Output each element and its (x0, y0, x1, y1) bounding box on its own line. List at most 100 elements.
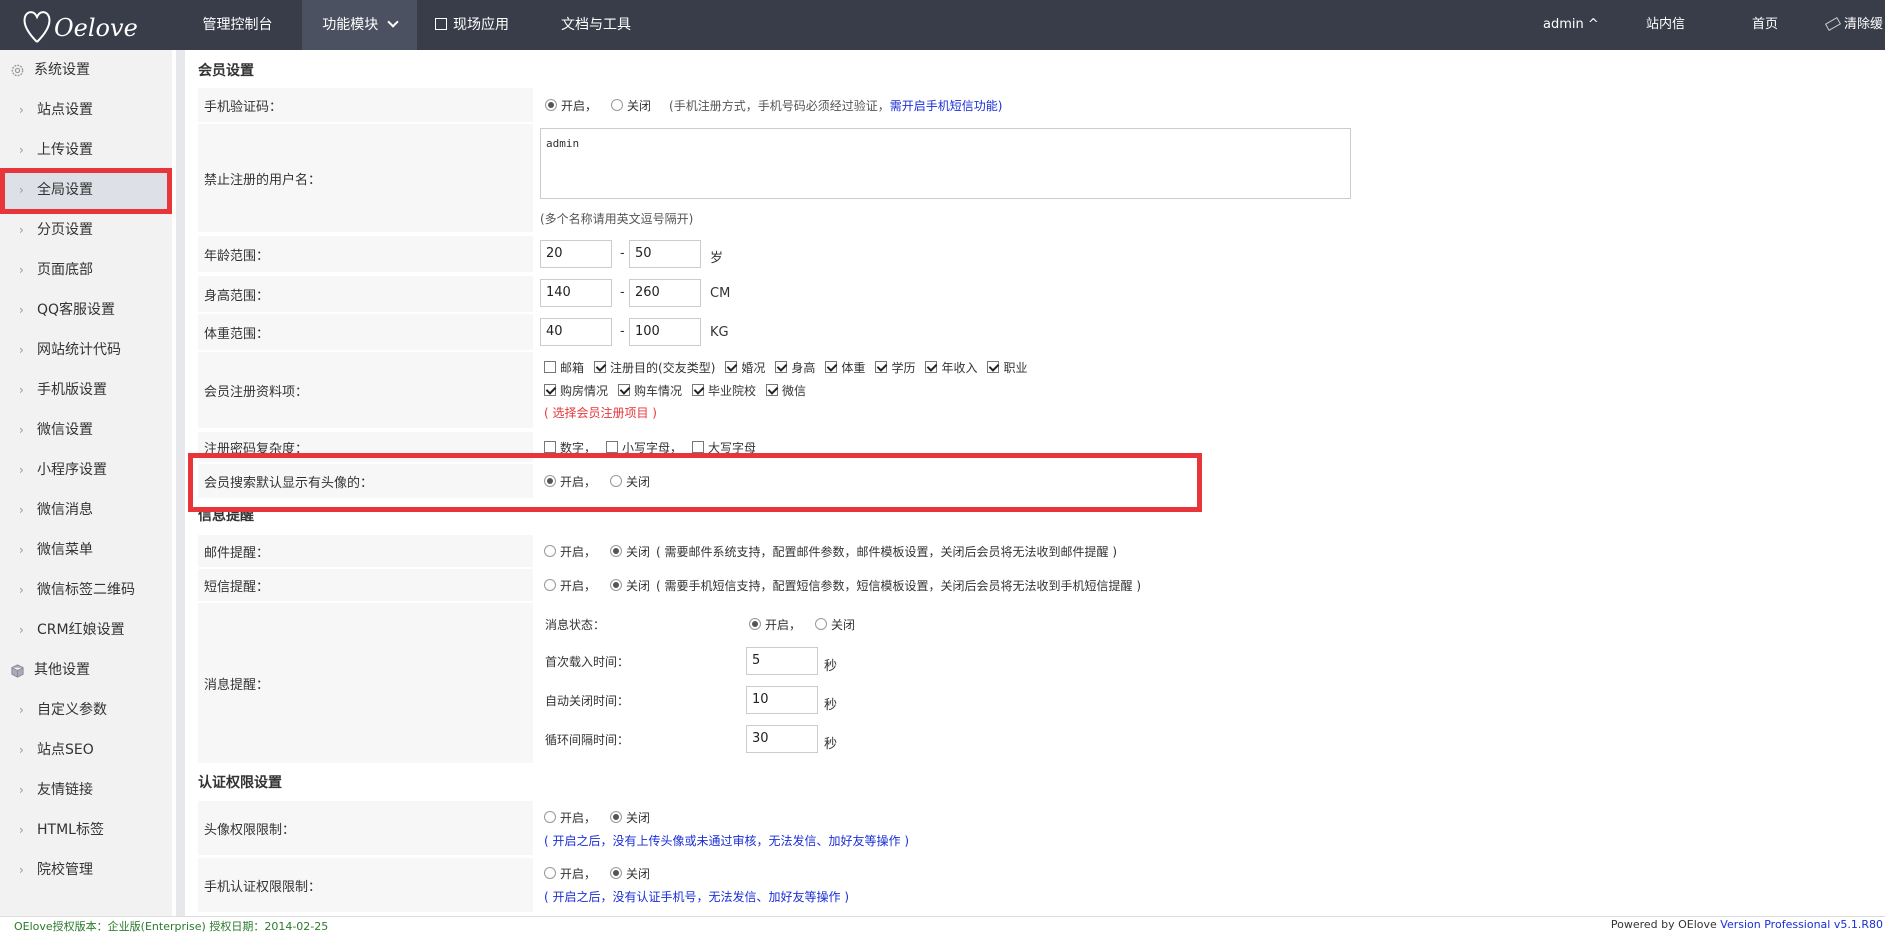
checkbox-option[interactable]: 年收入 (925, 359, 977, 376)
auto-close-input[interactable]: 10 (746, 686, 818, 714)
checkbox[interactable] (725, 361, 738, 373)
radio-button[interactable] (545, 99, 557, 111)
checkbox[interactable] (766, 384, 779, 396)
radio-option-on[interactable]: 开启， (544, 865, 596, 882)
radio-button[interactable] (610, 579, 623, 591)
sidebar-item[interactable]: › 页面底部 (0, 250, 172, 290)
sidebar-item[interactable]: › 微信消息 (0, 490, 172, 530)
checkbox[interactable] (825, 361, 838, 373)
checkbox-option[interactable]: 购车情况 (618, 382, 682, 399)
radio-button[interactable] (611, 99, 624, 111)
radio-option-off[interactable]: 关闭 (610, 577, 650, 594)
radio-button[interactable] (544, 545, 556, 557)
checkbox-option[interactable]: 婚况 (725, 359, 765, 376)
radio-option-off[interactable]: 关闭 (611, 97, 651, 114)
weight-min-input[interactable]: 40 (540, 318, 612, 346)
height-max-input[interactable]: 260 (629, 279, 701, 307)
sidebar-item[interactable]: › CRM红娘设置 (0, 610, 172, 650)
checkbox[interactable] (594, 361, 607, 373)
sidebar-item[interactable]: › QQ客服设置 (0, 290, 172, 330)
checkbox-option[interactable]: 购房情况 (544, 382, 608, 399)
sidebar-item[interactable]: › HTML标签 (0, 810, 172, 850)
weight-max-input[interactable]: 100 (629, 318, 701, 346)
age-max-input[interactable]: 50 (629, 240, 701, 268)
checkbox-option[interactable]: 身高 (775, 359, 815, 376)
radio-option-on[interactable]: 开启， (545, 97, 597, 114)
nav-docs[interactable]: 文档与工具 (550, 0, 642, 50)
footer-version-link[interactable]: Version Professional v5.1.R80 (1720, 918, 1883, 931)
checkbox[interactable] (925, 361, 938, 373)
first-load-input[interactable]: 5 (746, 647, 818, 675)
sidebar-item[interactable]: › 友情链接 (0, 770, 172, 810)
sidebar-scrollbar[interactable] (176, 50, 185, 916)
radio-button[interactable] (544, 867, 556, 879)
radio-button[interactable] (544, 811, 556, 823)
chevron-right-icon: › (19, 343, 24, 357)
radio-option-off[interactable]: 关闭 (815, 616, 855, 633)
checkbox[interactable] (692, 441, 705, 453)
radio-option-off[interactable]: 关闭 (610, 865, 650, 882)
sidebar-item[interactable]: › 微信菜单 (0, 530, 172, 570)
label-height: 身高范围： (198, 276, 533, 312)
phone-sms-link[interactable]: 需开启手机短信功能) (890, 97, 1003, 114)
sidebar-group-system[interactable]: 系统设置 (0, 50, 172, 90)
checkbox[interactable] (775, 361, 788, 373)
nav-modules[interactable]: 功能模块 (302, 0, 417, 50)
sidebar-item[interactable]: › 分页设置 (0, 210, 172, 250)
sidebar-item[interactable]: › 网站统计代码 (0, 330, 172, 370)
loop-input[interactable]: 30 (746, 725, 818, 753)
checkbox[interactable] (875, 361, 888, 373)
radio-label: 开启， (560, 578, 597, 593)
logo[interactable]: Oelove (22, 4, 138, 48)
sidebar-item[interactable]: › 上传设置 (0, 130, 172, 170)
radio-option-on[interactable]: 开启， (749, 616, 801, 633)
checkbox-label: 邮箱 (560, 360, 585, 375)
nav-dashboard[interactable]: 管理控制台 (185, 0, 290, 50)
radio-option-on[interactable]: 开启， (544, 809, 596, 826)
checkbox-option[interactable]: 学历 (875, 359, 915, 376)
checkbox-option[interactable]: 注册目的(交友类型) (594, 359, 715, 376)
radio-button[interactable] (610, 867, 623, 879)
sidebar-item[interactable]: › 院校管理 (0, 850, 172, 890)
radio-option-on[interactable]: 开启， (544, 543, 596, 560)
sidebar-item[interactable]: › 站点设置 (0, 90, 172, 130)
sidebar-item[interactable]: › 微信设置 (0, 410, 172, 450)
sidebar-item[interactable]: › 自定义参数 (0, 690, 172, 730)
checkbox[interactable] (987, 361, 1000, 373)
checkbox[interactable] (618, 384, 631, 396)
user-menu[interactable]: admin ^ (1543, 0, 1599, 50)
checkbox-option[interactable]: 体重 (825, 359, 865, 376)
chevron-right-icon: › (19, 263, 24, 277)
reg-items-row1: 邮箱 注册目的(交友类型) 婚况 身高 体重 学历 年收入 职业 (544, 358, 1037, 376)
radio-button[interactable] (610, 811, 623, 823)
banned-names-textarea[interactable]: admin (540, 128, 1351, 199)
checkbox-option[interactable]: 邮箱 (544, 359, 584, 376)
sidebar-item[interactable]: › 手机版设置 (0, 370, 172, 410)
nav-scene[interactable]: 现场应用 (422, 0, 522, 50)
messages-link[interactable]: 站内信 (1646, 0, 1685, 50)
checkbox[interactable] (544, 384, 556, 396)
sidebar-item[interactable]: › 小程序设置 (0, 450, 172, 490)
checkbox[interactable] (544, 441, 556, 453)
height-min-input[interactable]: 140 (540, 279, 612, 307)
radio-button[interactable] (749, 618, 761, 630)
checkbox-option[interactable]: 职业 (987, 359, 1027, 376)
checkbox[interactable] (692, 384, 705, 396)
checkbox-option[interactable]: 毕业院校 (692, 382, 756, 399)
checkbox-option[interactable]: 微信 (766, 382, 806, 399)
checkbox[interactable] (544, 361, 556, 373)
home-link[interactable]: 首页 (1752, 0, 1778, 50)
radio-option-off[interactable]: 关闭 (610, 543, 650, 560)
sidebar-group-other[interactable]: 其他设置 (0, 650, 172, 690)
checkbox[interactable] (606, 441, 619, 453)
sidebar-item[interactable]: › 微信标签二维码 (0, 570, 172, 610)
radio-button[interactable] (815, 618, 828, 630)
age-min-input[interactable]: 20 (540, 240, 612, 268)
clear-cache-link[interactable]: 清除缓 (1824, 0, 1883, 50)
radio-button[interactable] (610, 545, 623, 557)
radio-button[interactable] (544, 579, 556, 591)
radio-option-off[interactable]: 关闭 (610, 809, 650, 826)
chevron-right-icon: › (19, 463, 24, 477)
sidebar-item[interactable]: › 站点SEO (0, 730, 172, 770)
radio-option-on[interactable]: 开启， (544, 577, 596, 594)
